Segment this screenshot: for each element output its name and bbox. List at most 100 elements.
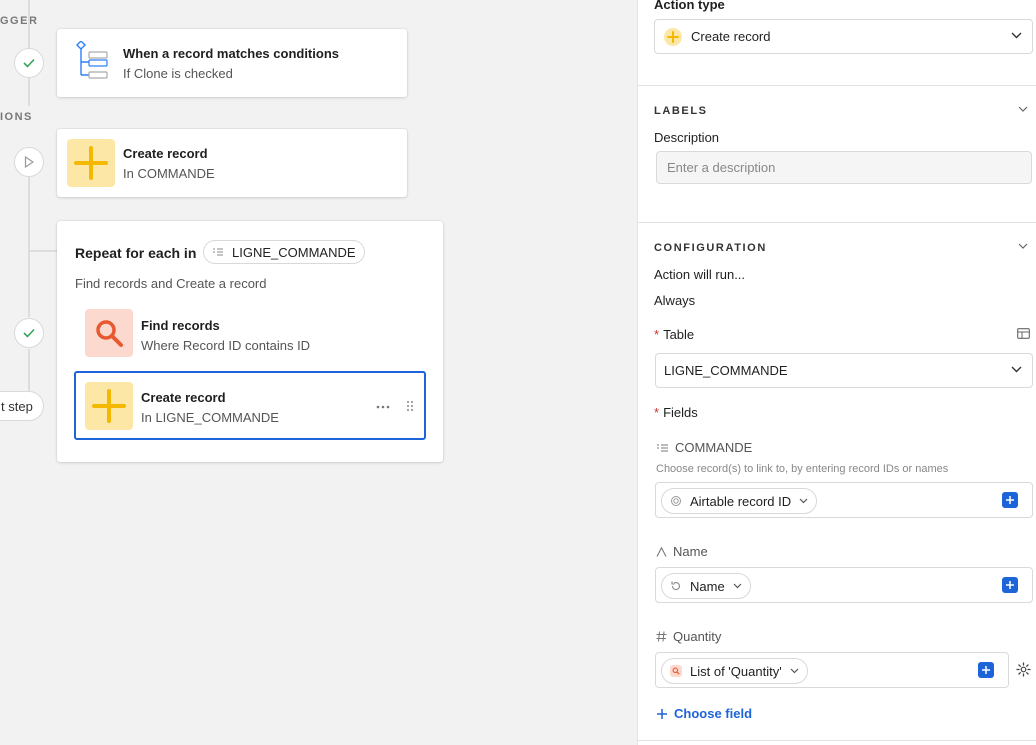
required-marker: * xyxy=(654,327,660,342)
gear-icon[interactable] xyxy=(1016,662,1031,677)
chevron-down-icon xyxy=(799,498,808,504)
insert-value-button[interactable] xyxy=(1002,577,1018,593)
field-commande-name: COMMANDE xyxy=(675,440,753,455)
repeat-list-name: LIGNE_COMMANDE xyxy=(232,244,356,260)
name-token[interactable]: Name xyxy=(661,573,751,599)
create-line-record-card[interactable]: Create record In LIGNE_COMMANDE xyxy=(74,371,426,440)
action-type-label: Action type xyxy=(654,0,725,12)
plus-icon xyxy=(1006,581,1014,589)
field-commande-input[interactable]: Airtable record ID xyxy=(655,482,1033,518)
field-name-label: Name xyxy=(673,544,708,559)
automation-canvas: GGER IONS t step When a record matches c… xyxy=(0,0,637,745)
field-name-header: Name xyxy=(656,544,708,559)
trigger-card-title: When a record matches conditions xyxy=(123,46,339,61)
configuration-section-heading: CONFIGURATION xyxy=(654,242,767,254)
action-type-select[interactable]: Create record xyxy=(654,19,1033,54)
repeat-title: Repeat for each in xyxy=(75,245,197,261)
chevron-down-icon xyxy=(1011,32,1022,38)
labels-section-heading: LABELS xyxy=(654,105,708,117)
list-icon xyxy=(213,248,223,256)
number-field-icon xyxy=(656,631,667,642)
quantity-token-label: List of 'Quantity' xyxy=(690,663,782,679)
create-record-subtitle: In COMMANDE xyxy=(123,166,215,181)
insert-value-button[interactable] xyxy=(1002,492,1018,508)
description-placeholder: Enter a description xyxy=(667,160,776,175)
fields-label: * Fields xyxy=(654,405,698,420)
fingerprint-icon xyxy=(671,496,681,506)
add-next-step-button[interactable]: t step xyxy=(0,391,44,421)
field-quantity-input[interactable]: List of 'Quantity' xyxy=(655,652,1009,688)
timeline-line xyxy=(28,349,30,391)
trigger-card[interactable]: When a record matches conditions If Clon… xyxy=(57,29,407,97)
find-records-subtitle: Where Record ID contains ID xyxy=(141,338,311,353)
required-marker: * xyxy=(654,405,660,420)
linked-record-icon xyxy=(657,444,668,451)
quantity-list-token[interactable]: List of 'Quantity' xyxy=(661,658,808,684)
trigger-card-subtitle: If Clone is checked xyxy=(123,66,233,81)
repeat-summary: Find records and Create a record xyxy=(75,276,267,291)
field-name-input[interactable]: Name xyxy=(655,567,1033,603)
table-select[interactable]: LIGNE_COMMANDE xyxy=(655,353,1033,388)
table-select-value: LIGNE_COMMANDE xyxy=(664,363,788,378)
field-quantity-header: Quantity xyxy=(656,629,721,644)
choose-field-button[interactable]: Choose field xyxy=(656,706,752,721)
play-icon xyxy=(24,156,34,168)
ellipsis-icon[interactable] xyxy=(376,399,390,413)
create-record-tile xyxy=(67,139,115,187)
insert-value-button[interactable] xyxy=(978,662,994,678)
airtable-record-id-label: Airtable record ID xyxy=(690,493,792,509)
plus-icon xyxy=(982,666,990,674)
collapse-labels-icon[interactable] xyxy=(1018,106,1028,113)
description-field[interactable]: Enter a description xyxy=(656,151,1032,184)
trigger-section-label: GGER xyxy=(0,15,39,27)
plus-icon xyxy=(664,27,682,46)
action-config-panel: Action type Create record LABELS Descrip… xyxy=(637,0,1036,745)
check-icon xyxy=(23,328,35,338)
plus-icon xyxy=(1006,496,1014,504)
create-record-title: Create record xyxy=(123,146,208,161)
find-records-title: Find records xyxy=(141,318,220,333)
plus-icon xyxy=(657,708,667,719)
divider xyxy=(638,85,1036,86)
plus-icon xyxy=(74,146,108,180)
field-commande-hint: Choose record(s) to link to, by entering… xyxy=(656,463,949,475)
chevron-down-icon xyxy=(1011,366,1022,372)
divider xyxy=(638,740,1036,741)
test-run-button[interactable] xyxy=(14,147,44,177)
divider xyxy=(638,222,1036,223)
add-next-step-label: t step xyxy=(1,398,33,414)
field-commande-header: COMMANDE xyxy=(656,440,752,455)
search-icon xyxy=(96,320,123,347)
text-field-icon xyxy=(656,546,667,557)
action-runs-value: Always xyxy=(654,293,696,308)
fields-label-text: Fields xyxy=(663,405,698,420)
search-icon xyxy=(670,665,682,677)
chevron-down-icon xyxy=(733,583,742,589)
timeline-line xyxy=(28,177,30,317)
repeat-list-pill[interactable]: LIGNE_COMMANDE xyxy=(203,240,365,264)
actions-section-label: IONS xyxy=(0,111,33,123)
drag-handle-icon[interactable] xyxy=(405,399,415,413)
find-records-card[interactable]: Find records Where Record ID contains ID xyxy=(75,301,425,365)
refresh-icon xyxy=(671,581,681,591)
trigger-status-dot xyxy=(14,48,44,78)
create-record-action-card[interactable]: Create record In COMMANDE xyxy=(57,129,407,197)
action-type-value: Create record xyxy=(691,29,771,44)
airtable-record-id-token[interactable]: Airtable record ID xyxy=(661,488,818,514)
tree-icon xyxy=(73,40,109,81)
table-label: * Table xyxy=(654,327,694,342)
description-label: Description xyxy=(654,130,720,145)
chevron-down-icon xyxy=(790,668,799,674)
find-records-tile xyxy=(85,309,133,357)
table-label-text: Table xyxy=(663,327,695,342)
repeat-block[interactable]: Repeat for each in LIGNE_COMMANDE Find r… xyxy=(57,221,443,462)
choose-field-label: Choose field xyxy=(674,706,753,721)
action-runs-label: Action will run... xyxy=(654,267,746,282)
collapse-configuration-icon[interactable] xyxy=(1018,243,1028,250)
field-quantity-label: Quantity xyxy=(673,629,722,644)
create-line-record-subtitle: In LIGNE_COMMANDE xyxy=(141,410,279,425)
repeat-status-dot xyxy=(14,318,44,348)
create-line-record-title: Create record xyxy=(141,390,226,405)
timeline-line xyxy=(28,0,30,48)
open-table-icon[interactable] xyxy=(1017,328,1030,339)
